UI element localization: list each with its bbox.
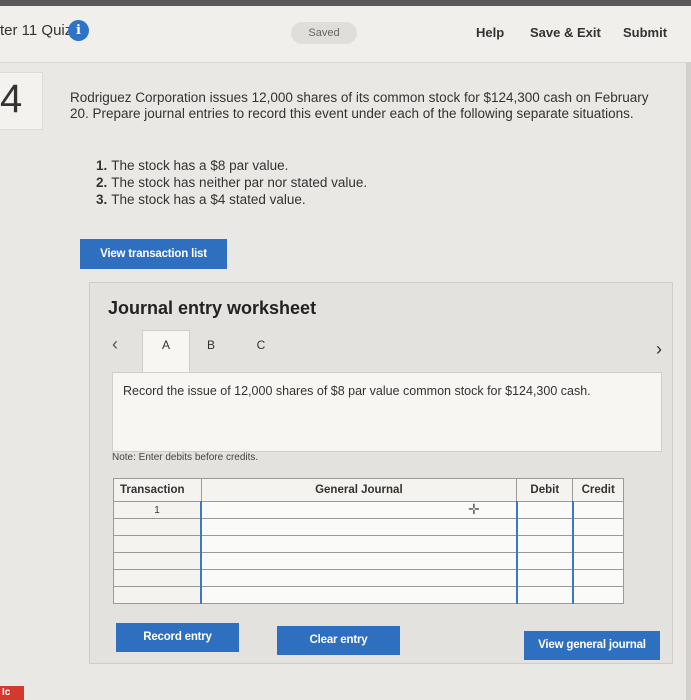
window-edge: [0, 0, 691, 6]
scroll-rail: [686, 62, 691, 700]
credit-field[interactable]: [571, 552, 624, 570]
table-row: [113, 552, 624, 570]
debit-field[interactable]: [515, 586, 574, 604]
debits-note: Note: Enter debits before credits.: [112, 452, 259, 463]
account-field[interactable]: [200, 535, 518, 553]
transaction-number: [113, 552, 202, 570]
debit-field[interactable]: [515, 569, 574, 587]
column-header-debit: Debit: [516, 478, 574, 502]
chevron-left-icon[interactable]: ‹: [112, 334, 118, 355]
info-icon[interactable]: i: [68, 20, 89, 41]
tab-b[interactable]: B: [201, 331, 221, 367]
column-header-transaction: Transaction: [113, 478, 202, 502]
situation-item: 1. The stock has a $8 par value.: [96, 158, 289, 173]
help-link[interactable]: Help: [476, 25, 504, 40]
column-header-credit: Credit: [572, 478, 624, 502]
transaction-number: [113, 535, 202, 553]
table-row: [113, 569, 624, 587]
view-transaction-list-button[interactable]: View transaction list: [80, 239, 227, 269]
table-row: [113, 586, 624, 604]
situation-item: 2. The stock has neither par nor stated v…: [96, 175, 368, 190]
credit-field[interactable]: [571, 501, 624, 519]
question-text: Rodriguez Corporation issues 12,000 shar…: [70, 90, 649, 121]
tab-c[interactable]: C: [251, 331, 271, 367]
account-field[interactable]: [200, 552, 518, 570]
move-cursor-icon: ✛: [468, 501, 480, 517]
clear-entry-button[interactable]: Clear entry: [277, 626, 400, 655]
worksheet-title: Journal entry worksheet: [108, 298, 317, 318]
situation-item: 3. The stock has a $4 stated value.: [96, 192, 306, 207]
question-number: 4: [0, 77, 23, 121]
account-field[interactable]: [200, 518, 518, 536]
brand-badge: Ic: [0, 686, 24, 700]
tab-a[interactable]: A: [142, 330, 190, 373]
view-general-journal-button[interactable]: View general journal: [524, 631, 660, 660]
debit-field[interactable]: [515, 552, 574, 570]
transaction-number: [113, 518, 202, 536]
transaction-description: Record the issue of 12,000 shares of $8 …: [123, 384, 591, 398]
transaction-number: 1: [113, 501, 202, 519]
table-row: [113, 535, 624, 553]
debit-field[interactable]: [515, 535, 574, 553]
table-row: [113, 518, 624, 536]
saved-status-badge: Saved: [291, 22, 357, 44]
debit-field[interactable]: [515, 518, 574, 536]
situations-list: 1. The stock has a $8 par value. 2. The st…: [96, 157, 367, 208]
journal-table: Transaction General Journal Debit Credit…: [113, 478, 624, 604]
submit-link[interactable]: Submit: [623, 25, 667, 40]
column-header-general-journal: General Journal: [200, 478, 518, 502]
quiz-title: ter 11 Quiz: [0, 22, 73, 39]
record-entry-button[interactable]: Record entry: [116, 623, 239, 652]
account-field[interactable]: [200, 586, 518, 604]
credit-field[interactable]: [571, 535, 624, 553]
transaction-number: [113, 569, 202, 587]
chevron-right-icon[interactable]: ›: [656, 339, 662, 360]
account-field[interactable]: [200, 569, 518, 587]
save-exit-link[interactable]: Save & Exit: [530, 25, 601, 40]
credit-field[interactable]: [571, 518, 624, 536]
credit-field[interactable]: [571, 586, 624, 604]
table-row: 1: [113, 501, 624, 519]
transaction-number: [113, 586, 202, 604]
credit-field[interactable]: [571, 569, 624, 587]
debit-field[interactable]: [515, 501, 574, 519]
